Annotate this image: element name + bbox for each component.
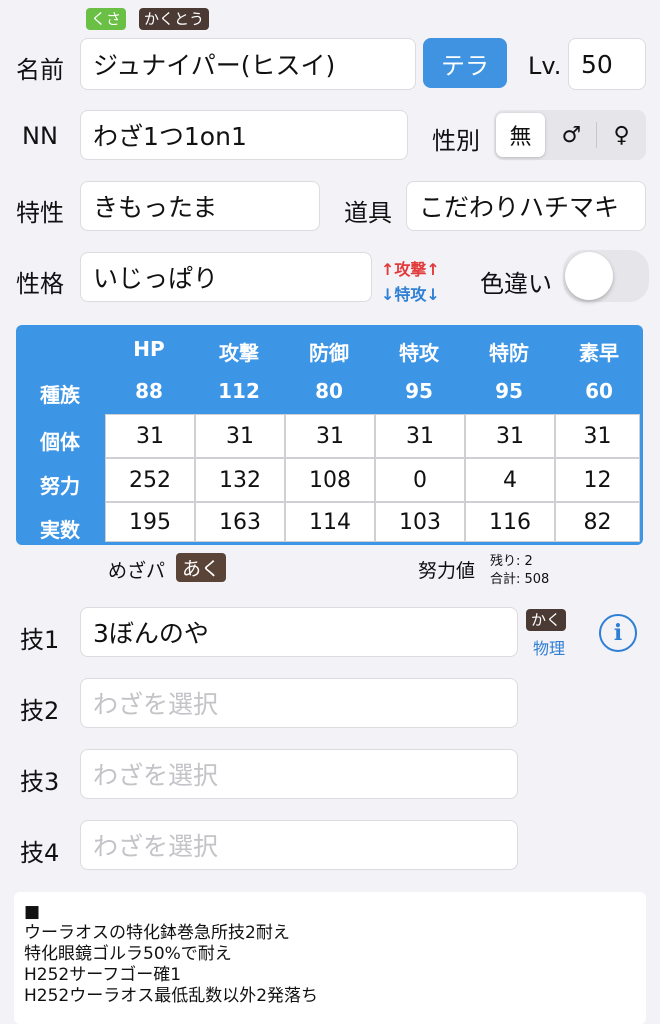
move1-field[interactable]: 3ぼんのや [80, 607, 518, 657]
gender-option-male[interactable]: ♂ [547, 110, 596, 160]
stat-header-spe: 素早 [579, 341, 619, 365]
base-stat-def: 80 [315, 379, 343, 403]
actual-def[interactable]: 114 [285, 502, 375, 542]
stat-header-hp: HP [133, 337, 165, 361]
hidden-power-label: めざパ [108, 560, 166, 582]
type-tag-fighting: かくとう [139, 8, 210, 30]
actual-atk[interactable]: 163 [195, 502, 285, 542]
ev-spd[interactable]: 4 [465, 458, 555, 502]
iv-spe[interactable]: 31 [555, 414, 640, 458]
memo-textarea[interactable]: ■ ウーラオスの特化鉢巻急所技2耐え 特化眼鏡ゴルラ50%で耐え H252サーフ… [14, 892, 646, 1024]
memo-line: H252ウーラオス最低乱数以外2発落ち [24, 986, 319, 1006]
base-stat-spa: 95 [405, 379, 433, 403]
info-icon[interactable]: i [599, 614, 637, 652]
shiny-label: 色違い [480, 270, 552, 298]
ev-spa[interactable]: 0 [375, 458, 465, 502]
ev-summary-label: 努力値 [418, 560, 476, 582]
base-stat-spd: 95 [495, 379, 523, 403]
item-field[interactable]: こだわりハチマキ [406, 181, 646, 231]
stat-header-spa: 特攻 [399, 341, 439, 365]
ability-field[interactable]: きもったま [80, 181, 320, 231]
nature-up-stat: ↑攻撃↑ [381, 260, 440, 279]
ability-label: 特性 [16, 199, 64, 227]
ev-total: 合計: 508 [490, 572, 550, 587]
move2-label: 技2 [20, 697, 60, 725]
shiny-toggle-knob [565, 252, 613, 300]
move1-type-tag: かく [526, 609, 567, 631]
level-label: Lv. [528, 52, 562, 80]
iv-spd[interactable]: 31 [465, 414, 555, 458]
row-label-base: 種族 [40, 383, 80, 407]
row-label-ev: 努力 [40, 474, 80, 498]
move1-label: 技1 [20, 626, 60, 654]
iv-spa[interactable]: 31 [375, 414, 465, 458]
level-field[interactable]: 50 [568, 38, 646, 90]
gender-label: 性別 [432, 127, 480, 155]
memo-line: ウーラオスの特化鉢巻急所技2耐え [24, 923, 290, 943]
actual-spe[interactable]: 82 [555, 502, 640, 542]
nature-label: 性格 [16, 270, 64, 298]
actual-hp[interactable]: 195 [105, 502, 195, 542]
move2-field[interactable]: わざを選択 [80, 678, 518, 728]
nickname-field[interactable]: わざ1つ1on1 [80, 110, 408, 160]
shiny-toggle[interactable] [563, 250, 649, 302]
stat-header-spd: 特防 [489, 341, 529, 365]
nickname-label: NN [22, 122, 58, 150]
memo-line: H252サーフゴー確1 [24, 965, 182, 985]
ev-spe[interactable]: 12 [555, 458, 640, 502]
ev-remaining: 残り: 2 [490, 554, 533, 569]
ev-hp[interactable]: 252 [105, 458, 195, 502]
actual-spa[interactable]: 103 [375, 502, 465, 542]
base-stat-hp: 88 [135, 379, 163, 403]
move4-label: 技4 [20, 839, 60, 867]
ev-def[interactable]: 108 [285, 458, 375, 502]
base-stat-atk: 112 [218, 379, 260, 403]
move3-field[interactable]: わざを選択 [80, 749, 518, 799]
name-field[interactable]: ジュナイパー(ヒスイ) [80, 38, 416, 90]
row-label-iv: 個体 [40, 430, 80, 454]
iv-atk[interactable]: 31 [195, 414, 285, 458]
gender-selector: 無 ♂ ♀ [494, 110, 646, 160]
stat-header-atk: 攻撃 [219, 341, 259, 365]
iv-def[interactable]: 31 [285, 414, 375, 458]
move1-category: 物理 [533, 639, 566, 658]
actual-spd[interactable]: 116 [465, 502, 555, 542]
memo-line: ■ [24, 902, 41, 922]
item-label: 道具 [344, 199, 392, 227]
memo-line: 特化眼鏡ゴルラ50%で耐え [24, 944, 232, 964]
base-stat-spe: 60 [585, 379, 613, 403]
type-tag-grass: くさ [86, 8, 127, 30]
move4-field[interactable]: わざを選択 [80, 820, 518, 870]
stats-table: HP 攻撃 防御 特攻 特防 素早 種族 88 112 80 95 95 60 … [16, 325, 643, 545]
stat-header-def: 防御 [309, 341, 349, 365]
name-label: 名前 [16, 56, 64, 84]
hidden-power-type[interactable]: あく [176, 553, 227, 582]
row-label-actual: 実数 [40, 518, 80, 542]
tera-button[interactable]: テラ [423, 38, 507, 88]
nature-field[interactable]: いじっぱり [80, 252, 372, 302]
iv-hp[interactable]: 31 [105, 414, 195, 458]
nature-down-stat: ↓特攻↓ [381, 285, 440, 304]
gender-option-female[interactable]: ♀ [596, 122, 646, 148]
ev-atk[interactable]: 132 [195, 458, 285, 502]
move3-label: 技3 [20, 768, 60, 796]
gender-option-none[interactable]: 無 [496, 113, 545, 157]
